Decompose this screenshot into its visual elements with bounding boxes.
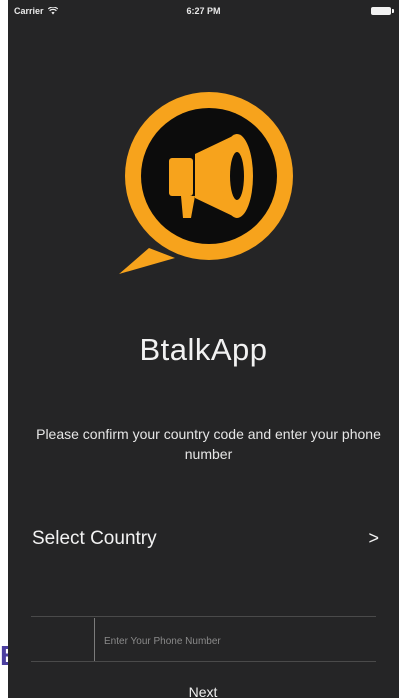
- divider-bottom: [31, 661, 376, 662]
- battery-icon: [371, 7, 394, 15]
- divider-top: [31, 616, 376, 617]
- chevron-right-icon: >: [368, 528, 379, 548]
- next-button[interactable]: Next: [158, 680, 248, 698]
- megaphone-logo-icon: [119, 92, 293, 274]
- app-title: BtalkApp: [139, 332, 268, 367]
- instruction-text: Please confirm your country code and ent…: [36, 426, 381, 462]
- select-country-row[interactable]: Select Country >: [8, 517, 399, 561]
- select-country-label: Select Country: [32, 528, 157, 549]
- app-screen: Carrier 6:27 PM BtalkApp Please confirm …: [8, 0, 399, 698]
- status-bar: Carrier 6:27 PM: [8, 0, 399, 22]
- status-time: 6:27 PM: [186, 6, 221, 16]
- phone-number-input[interactable]: [98, 618, 376, 664]
- country-code-field[interactable]: [34, 618, 95, 662]
